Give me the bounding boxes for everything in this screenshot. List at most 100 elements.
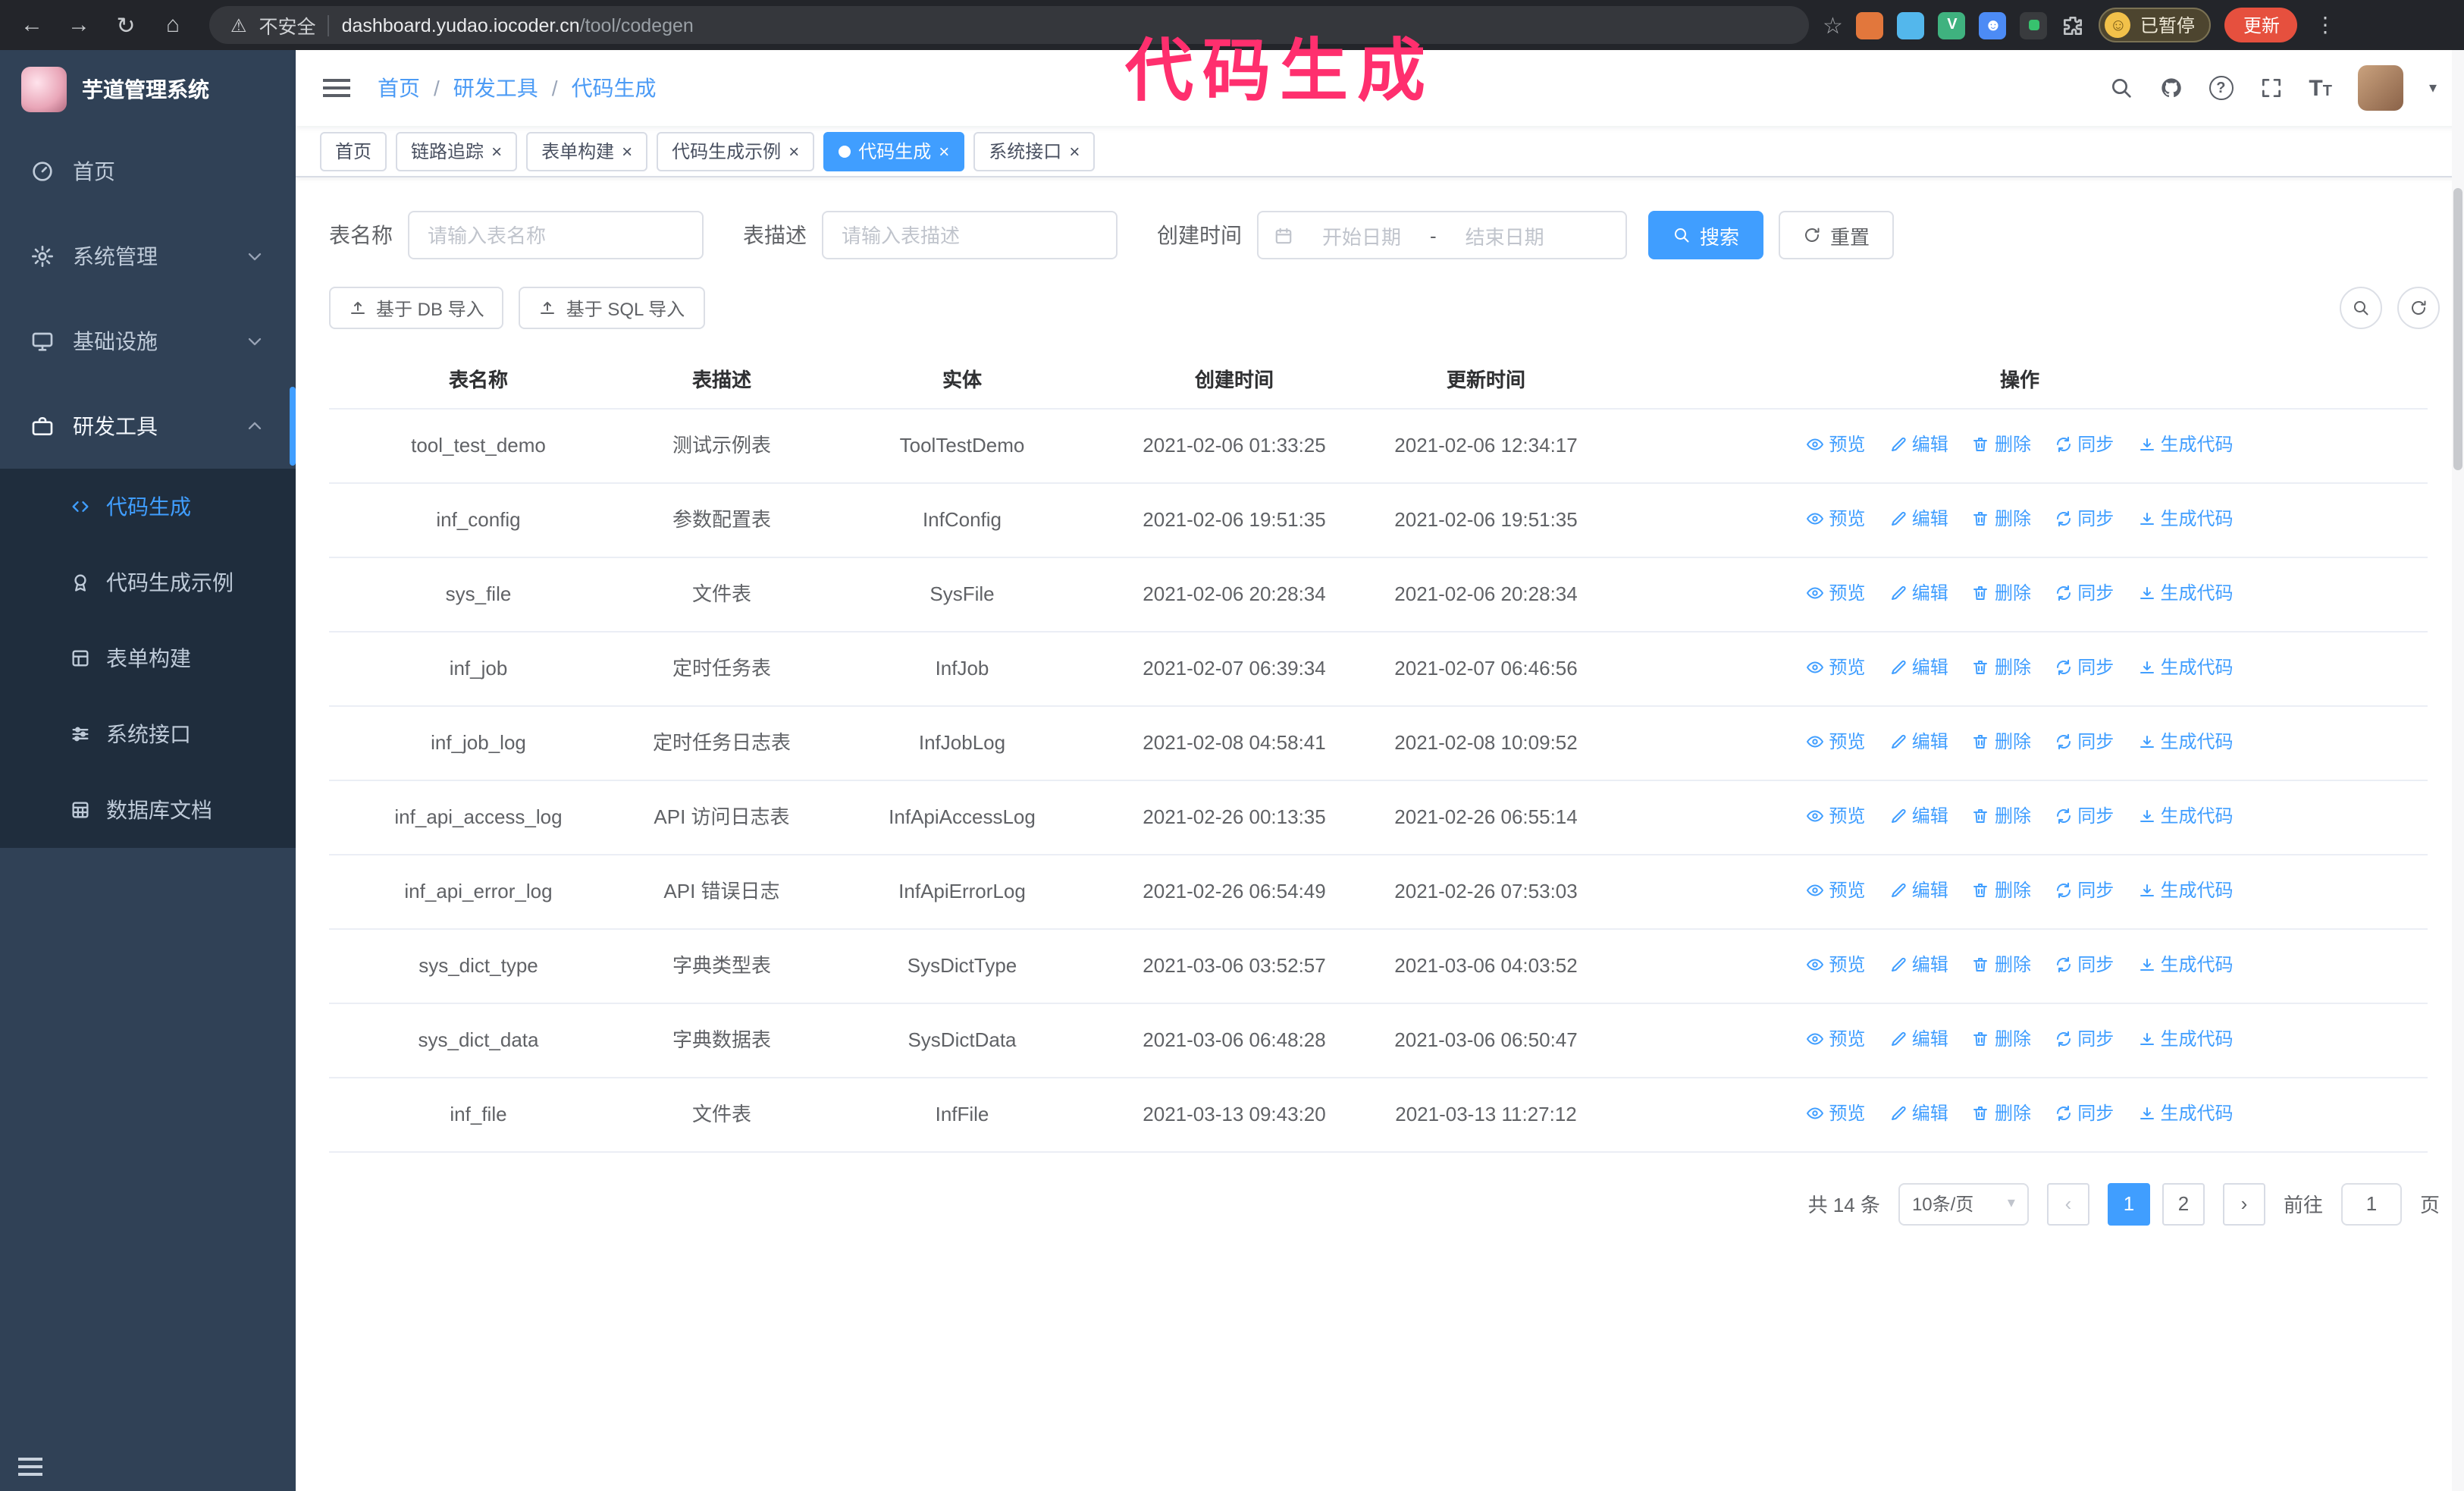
browser-forward-button[interactable]: → — [62, 12, 96, 38]
edit-action[interactable]: 编辑 — [1889, 800, 1948, 830]
next-page-button[interactable]: › — [2222, 1182, 2265, 1225]
refresh-table-button[interactable] — [2397, 287, 2440, 329]
generate-code-action[interactable]: 生成代码 — [2138, 874, 2234, 905]
sidebar-item-database-docs[interactable]: 数据库文档 — [0, 772, 296, 848]
sidebar-item-system-api[interactable]: 系统接口 — [0, 696, 296, 772]
goto-page-input[interactable] — [2340, 1182, 2402, 1225]
preview-action[interactable]: 预览 — [1806, 1023, 1865, 1053]
tab[interactable]: 链路追踪 × — [396, 131, 518, 171]
delete-action[interactable]: 删除 — [1972, 874, 2031, 905]
tab-close-icon[interactable]: × — [491, 142, 502, 160]
table-desc-input[interactable] — [822, 211, 1118, 259]
edit-action[interactable]: 编辑 — [1889, 1097, 1948, 1128]
browser-update-button[interactable]: 更新 — [2224, 8, 2298, 42]
sidebar-item-codegen-example[interactable]: 代码生成示例 — [0, 545, 296, 620]
app-logo[interactable]: 芋道管理系统 — [0, 50, 296, 129]
preview-action[interactable]: 预览 — [1806, 949, 1865, 979]
delete-action[interactable]: 删除 — [1972, 651, 2031, 682]
breadcrumb-item[interactable]: 研发工具 — [453, 73, 538, 103]
bookmark-star-icon[interactable]: ☆ — [1823, 11, 1843, 39]
generate-code-action[interactable]: 生成代码 — [2138, 503, 2234, 533]
delete-action[interactable]: 删除 — [1972, 726, 2031, 756]
edit-action[interactable]: 编辑 — [1889, 503, 1948, 533]
tab-close-icon[interactable]: × — [939, 142, 949, 160]
table-name-input[interactable] — [408, 211, 704, 259]
profile-paused-chip[interactable]: ☺ 已暂停 — [2099, 8, 2212, 42]
delete-action[interactable]: 删除 — [1972, 949, 2031, 979]
tab[interactable]: 首页 — [320, 131, 387, 171]
tab[interactable]: 代码生成示例 × — [657, 131, 815, 171]
tab-close-icon[interactable]: × — [1069, 142, 1080, 160]
preview-action[interactable]: 预览 — [1806, 651, 1865, 682]
generate-code-action[interactable]: 生成代码 — [2138, 1097, 2234, 1128]
fullscreen-icon[interactable] — [2259, 76, 2283, 100]
delete-action[interactable]: 删除 — [1972, 503, 2031, 533]
date-range-picker[interactable]: 开始日期 - 结束日期 — [1257, 211, 1627, 259]
generate-code-action[interactable]: 生成代码 — [2138, 949, 2234, 979]
browser-extension-icon[interactable] — [2020, 11, 2048, 39]
search-button[interactable]: 搜索 — [1648, 211, 1764, 259]
prev-page-button[interactable]: ‹ — [2046, 1182, 2089, 1225]
preview-action[interactable]: 预览 — [1806, 503, 1865, 533]
preview-action[interactable]: 预览 — [1806, 1097, 1865, 1128]
tab[interactable]: 代码生成 × — [823, 131, 965, 171]
sync-action[interactable]: 同步 — [2055, 1097, 2114, 1128]
preview-action[interactable]: 预览 — [1806, 577, 1865, 607]
sidebar-item-form-builder[interactable]: 表单构建 — [0, 620, 296, 696]
generate-code-action[interactable]: 生成代码 — [2138, 800, 2234, 830]
page-scrollbar[interactable] — [2452, 50, 2464, 1491]
sync-action[interactable]: 同步 — [2055, 1023, 2114, 1053]
page-number-button[interactable]: 1 — [2107, 1182, 2150, 1225]
generate-code-action[interactable]: 生成代码 — [2138, 726, 2234, 756]
user-avatar[interactable] — [2357, 65, 2403, 111]
edit-action[interactable]: 编辑 — [1889, 651, 1948, 682]
browser-reload-button[interactable]: ↻ — [109, 11, 143, 39]
sync-action[interactable]: 同步 — [2055, 874, 2114, 905]
generate-code-action[interactable]: 生成代码 — [2138, 577, 2234, 607]
edit-action[interactable]: 编辑 — [1889, 874, 1948, 905]
delete-action[interactable]: 删除 — [1972, 800, 2031, 830]
vue-devtools-extension-icon[interactable]: V — [1938, 11, 1966, 39]
toggle-search-button[interactable] — [2340, 287, 2382, 329]
sync-action[interactable]: 同步 — [2055, 949, 2114, 979]
generate-code-action[interactable]: 生成代码 — [2138, 1023, 2234, 1053]
sync-action[interactable]: 同步 — [2055, 800, 2114, 830]
edit-action[interactable]: 编辑 — [1889, 428, 1948, 459]
delete-action[interactable]: 删除 — [1972, 1097, 2031, 1128]
edit-action[interactable]: 编辑 — [1889, 726, 1948, 756]
preview-action[interactable]: 预览 — [1806, 428, 1865, 459]
tab[interactable]: 系统接口 × — [973, 131, 1096, 171]
sidebar-item-dev-tools[interactable]: 研发工具 — [0, 384, 296, 469]
generate-code-action[interactable]: 生成代码 — [2138, 428, 2234, 459]
preview-action[interactable]: 预览 — [1806, 726, 1865, 756]
import-db-button[interactable]: 基于 DB 导入 — [329, 287, 504, 329]
edit-action[interactable]: 编辑 — [1889, 1023, 1948, 1053]
sync-action[interactable]: 同步 — [2055, 503, 2114, 533]
browser-home-button[interactable]: ⌂ — [156, 12, 190, 38]
tab-close-icon[interactable]: × — [788, 142, 799, 160]
import-sql-button[interactable]: 基于 SQL 导入 — [519, 287, 705, 329]
tab[interactable]: 表单构建 × — [526, 131, 648, 171]
sidebar-bottom-menu-icon[interactable] — [18, 1458, 42, 1476]
edit-action[interactable]: 编辑 — [1889, 577, 1948, 607]
sync-action[interactable]: 同步 — [2055, 428, 2114, 459]
github-icon[interactable] — [2158, 76, 2183, 100]
sidebar-item-codegen[interactable]: 代码生成 — [0, 469, 296, 545]
breadcrumb-item[interactable]: 首页 — [378, 73, 420, 103]
page-number-button[interactable]: 2 — [2161, 1182, 2205, 1225]
browser-menu-icon[interactable]: ⋮ — [2315, 12, 2336, 38]
browser-extension-icon[interactable] — [1856, 11, 1884, 39]
page-size-select[interactable]: 10条/页 ▾ — [1898, 1182, 2029, 1225]
preview-action[interactable]: 预览 — [1806, 800, 1865, 830]
hamburger-icon[interactable] — [323, 79, 350, 97]
browser-back-button[interactable]: ← — [15, 12, 49, 38]
sidebar-item-home[interactable]: 首页 — [0, 129, 296, 214]
sync-action[interactable]: 同步 — [2055, 651, 2114, 682]
sidebar-item-system-management[interactable]: 系统管理 — [0, 214, 296, 299]
preview-action[interactable]: 预览 — [1806, 874, 1865, 905]
sidebar-item-infrastructure[interactable]: 基础设施 — [0, 299, 296, 384]
reset-button[interactable]: 重置 — [1779, 211, 1895, 259]
delete-action[interactable]: 删除 — [1972, 577, 2031, 607]
delete-action[interactable]: 删除 — [1972, 428, 2031, 459]
browser-address-bar[interactable]: ⚠ 不安全 dashboard.yudao.iocoder.cn/tool/co… — [209, 6, 1809, 44]
